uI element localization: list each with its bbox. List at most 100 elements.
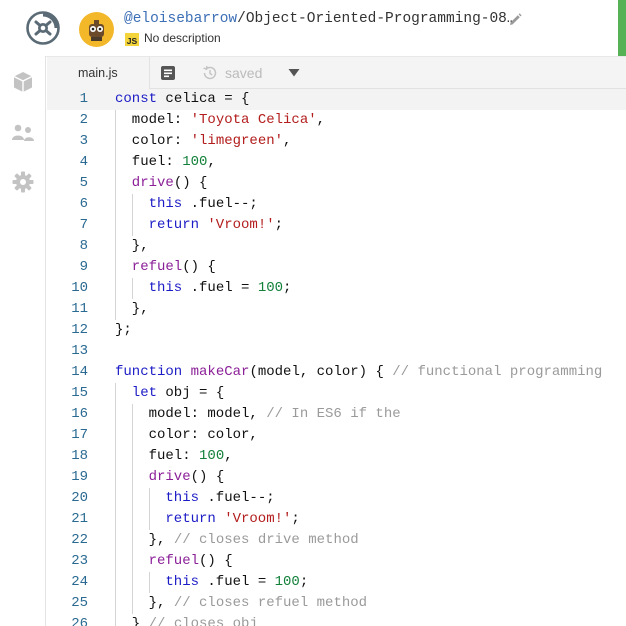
format-icon[interactable] (160, 65, 176, 81)
code-text: this .fuel = 100; (149, 278, 292, 299)
code-line[interactable]: 25}, // closes refuel method (47, 593, 626, 614)
users-icon[interactable] (10, 120, 36, 146)
indent-guide (131, 278, 133, 299)
code-token: 100 (182, 154, 208, 170)
code-line[interactable]: 21 return 'Vroom!'; (47, 509, 626, 530)
line-number: 10 (71, 280, 88, 296)
code-line[interactable]: 19 drive() { (47, 467, 626, 488)
code-token: }, (131, 301, 149, 317)
code-text: }, // closes drive method (149, 530, 359, 551)
code-line[interactable]: 22 }, // closes drive method (47, 530, 626, 551)
code-token: // closes drive method (173, 532, 359, 548)
code-line[interactable]: 5 drive() { (47, 173, 626, 194)
line-number: 22 (71, 532, 88, 548)
code-token: ; (283, 280, 292, 296)
code-line[interactable]: 1 const celica = { (47, 89, 626, 110)
code-line[interactable]: 9 refuel() { (47, 257, 626, 278)
run-status-strip (618, 0, 626, 56)
gear-icon[interactable] (10, 169, 36, 195)
code-token: return (148, 217, 208, 233)
code-token: }; (115, 322, 132, 338)
code-text: const celica = { (115, 89, 249, 110)
tab-main-js[interactable]: main.js (47, 57, 149, 89)
line-number: 6 (79, 196, 88, 212)
code-token: // closes obj (148, 616, 258, 626)
code-token: drive (131, 175, 174, 191)
code-text: function makeCar(model, color) { // func… (115, 362, 602, 383)
divider (149, 57, 150, 89)
code-line[interactable]: 6 this .fuel--; (47, 194, 626, 215)
indent-guide (115, 467, 116, 488)
avatar[interactable] (79, 12, 114, 47)
code-token: makeCar (190, 364, 250, 380)
code-token: , (224, 448, 233, 464)
code-token: } (131, 616, 149, 626)
line-number: 20 (71, 490, 88, 506)
code-line[interactable]: 26} // closes obj (47, 614, 626, 626)
line-number: 18 (71, 448, 88, 464)
code-line[interactable]: 8}, (47, 236, 626, 257)
code-line[interactable]: 11}, (47, 299, 626, 320)
code-text: drive() { (132, 173, 208, 194)
code-line[interactable]: 20 this .fuel--; (47, 488, 626, 509)
code-token: 'Vroom!' (207, 217, 275, 233)
indent-guide (115, 572, 116, 593)
indent-guide (131, 593, 133, 614)
code-token: (model, color) { (249, 364, 393, 380)
repl-name[interactable]: /Object-Oriented-Programming-08… (237, 11, 515, 27)
line-number: 1 (79, 91, 88, 107)
code-token: () { (190, 469, 225, 485)
code-text: refuel() { (149, 551, 233, 572)
code-text: } // closes obj (132, 614, 258, 626)
repl-title[interactable]: @eloisebarrow/Object-Oriented-Programmin… (124, 11, 516, 27)
indent-guide (115, 614, 116, 626)
code-text: color: 'limegreen', (132, 131, 292, 152)
chevron-down-icon[interactable] (288, 68, 300, 78)
code-line[interactable]: 7 return 'Vroom!'; (47, 215, 626, 236)
indent-guide (131, 446, 133, 467)
indent-guide (115, 593, 116, 614)
line-number: 4 (79, 154, 88, 170)
code-text: return 'Vroom!'; (149, 215, 283, 236)
code-line[interactable]: 24 this .fuel = 100; (47, 572, 626, 593)
code-line[interactable]: 3 color: 'limegreen', (47, 131, 626, 152)
indent-guide (131, 551, 133, 572)
code-line[interactable]: 18 fuel: 100, (47, 446, 626, 467)
indent-guide (115, 215, 116, 236)
code-token: ; (274, 217, 284, 233)
code-token: // In ES6 if the (266, 406, 401, 422)
code-token: fuel: (131, 154, 183, 170)
line-number: 9 (79, 259, 88, 275)
code-line[interactable]: 12}; (47, 320, 626, 341)
code-line[interactable]: 2 model: 'Toyota Celica', (47, 110, 626, 131)
code-token: }, (131, 238, 149, 254)
pencil-icon[interactable] (507, 12, 523, 28)
save-status: saved (225, 65, 263, 81)
line-number: 19 (71, 469, 88, 485)
code-token: function (115, 364, 191, 380)
line-number: 3 (79, 133, 88, 149)
repl-header: @eloisebarrow/Object-Oriented-Programmin… (0, 0, 626, 56)
code-token: 100 (199, 448, 225, 464)
line-number: 5 (79, 175, 88, 191)
code-token: 'Vroom!' (224, 511, 292, 527)
code-editor[interactable]: 1 const celica = {2 model: 'Toyota Celica'… (47, 89, 626, 626)
code-line[interactable]: 10 this .fuel = 100; (47, 278, 626, 299)
cube-icon[interactable] (10, 69, 36, 95)
repl-description[interactable]: No description (144, 31, 221, 45)
line-number: 21 (71, 511, 88, 527)
code-text: color: color, (149, 425, 258, 446)
code-line[interactable]: 14 function makeCar(model, color) { // fu… (47, 362, 626, 383)
indent-guide (115, 530, 116, 551)
history-icon (203, 65, 217, 80)
code-line[interactable]: 16 model: model, // In ES6 if the (47, 404, 626, 425)
code-line[interactable]: 17 color: color, (47, 425, 626, 446)
repl-owner[interactable]: @eloisebarrow (124, 11, 237, 27)
code-line[interactable]: 15 let obj = { (47, 383, 626, 404)
code-token: this (148, 196, 191, 212)
replit-logo-icon[interactable] (26, 11, 60, 45)
code-line[interactable]: 23 refuel() { (47, 551, 626, 572)
code-token: ; (291, 511, 300, 527)
code-line[interactable]: 13 (47, 341, 626, 362)
code-line[interactable]: 4 fuel: 100, (47, 152, 626, 173)
